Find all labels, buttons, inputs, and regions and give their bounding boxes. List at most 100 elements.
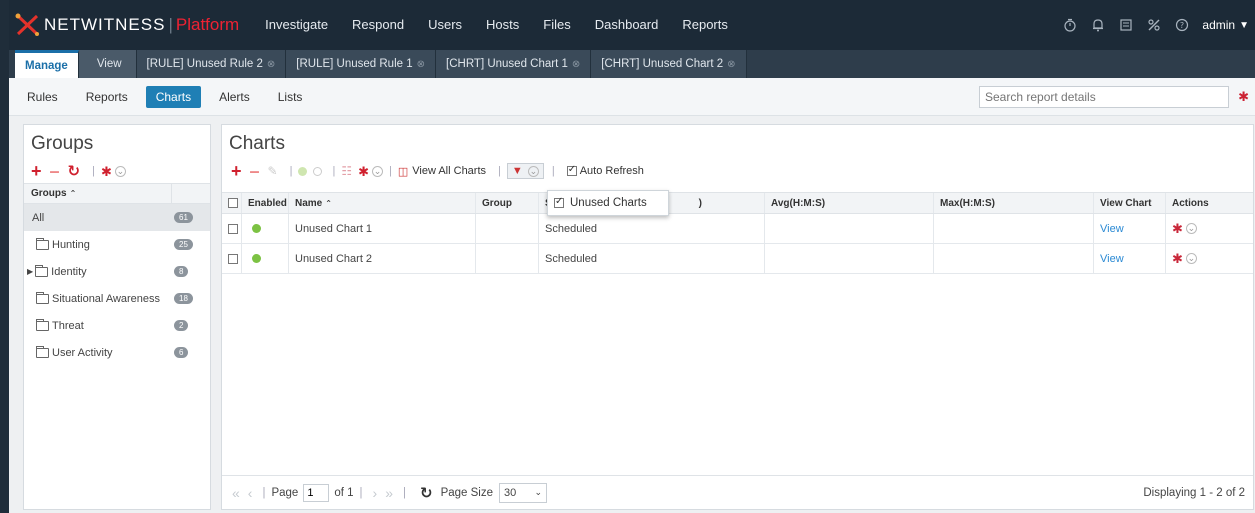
document-icon[interactable]: ☷	[341, 164, 352, 178]
group-row-identity[interactable]: ▶ Identity 8	[24, 258, 210, 285]
logo[interactable]: NETWITNESS | Platform	[15, 0, 239, 50]
tab-open-rule-2[interactable]: [RULE] Unused Rule 2 ⊗	[136, 50, 287, 78]
next-page-icon[interactable]: ›	[373, 485, 378, 501]
group-label-wrap: Hunting	[24, 237, 172, 251]
first-page-icon[interactable]: «	[232, 485, 240, 501]
group-row-all[interactable]: All 61	[24, 204, 210, 231]
groups-panel: Groups + – ↻ | ✱ ⌄ Groups ⌃ All 61 Hunti…	[23, 124, 211, 510]
tab-open-chart-1[interactable]: [CHRT] Unused Chart 1 ⊗	[436, 50, 592, 78]
add-chart-icon[interactable]: +	[231, 162, 242, 180]
group-label: All	[32, 211, 45, 224]
nav-users[interactable]: Users	[416, 0, 474, 50]
search-input[interactable]	[979, 86, 1229, 108]
col-name[interactable]: Name ⌃	[289, 193, 476, 213]
enable-icon[interactable]	[298, 166, 308, 176]
group-row-threat[interactable]: Threat 2	[24, 312, 210, 339]
select-all-checkbox[interactable]	[222, 193, 242, 213]
group-row-situational-awareness[interactable]: Situational Awareness 18	[24, 285, 210, 312]
add-group-icon[interactable]: +	[31, 162, 42, 180]
last-page-icon[interactable]: »	[385, 485, 393, 501]
close-icon[interactable]: ⊗	[727, 59, 735, 70]
gear-icon[interactable]: ✱	[358, 165, 369, 178]
enabled-cell	[242, 244, 289, 273]
timer-icon[interactable]	[1056, 0, 1084, 50]
row-checkbox[interactable]	[222, 244, 242, 273]
group-count-badge: 2	[174, 320, 189, 331]
page-size-value: 30	[504, 486, 517, 499]
unused-charts-option[interactable]: Unused Charts	[570, 197, 647, 209]
gear-icon[interactable]: ✱	[1172, 221, 1183, 237]
group-row-hunting[interactable]: Hunting 25	[24, 231, 210, 258]
nav-hosts[interactable]: Hosts	[474, 0, 531, 50]
table-row[interactable]: Unused Chart 2 Scheduled View ✱ ⌄	[222, 244, 1253, 274]
edit-icon[interactable]: ✎	[268, 164, 278, 178]
group-cell	[476, 214, 539, 243]
col-enabled[interactable]: Enabled	[242, 193, 289, 213]
gear-icon[interactable]: ✱	[101, 165, 112, 178]
auto-refresh-checkbox[interactable]: Auto Refresh	[566, 164, 644, 177]
tools-icon[interactable]	[1140, 0, 1168, 50]
table-row[interactable]: Unused Chart 1 Scheduled View ✱ ⌄	[222, 214, 1253, 244]
group-count-badge: 25	[174, 239, 193, 250]
nav-files[interactable]: Files	[531, 0, 582, 50]
remove-group-icon[interactable]: –	[50, 162, 60, 180]
col-avg[interactable]: Avg(H:M:S)	[765, 193, 934, 213]
group-row-user-activity[interactable]: User Activity 6	[24, 339, 210, 366]
chevron-down-icon[interactable]: ⌄	[114, 165, 126, 177]
tab-open-chart-2[interactable]: [CHRT] Unused Chart 2 ⊗	[591, 50, 747, 78]
user-menu[interactable]: admin ▼	[1196, 18, 1255, 32]
nav-right: ? admin ▼	[1056, 0, 1255, 50]
view-all-charts-button[interactable]: ◫ View All Charts	[398, 165, 486, 178]
page-size-select[interactable]: 30 ⌄	[499, 482, 547, 503]
nav-dashboard[interactable]: Dashboard	[583, 0, 671, 50]
page-number-input[interactable]	[303, 483, 330, 502]
checkbox-icon	[228, 223, 238, 234]
filter-button[interactable]: ▼ ⌄	[506, 163, 544, 179]
close-icon[interactable]: ⊗	[417, 59, 425, 70]
subtab-alerts[interactable]: Alerts	[209, 86, 260, 108]
help-icon[interactable]: ?	[1168, 0, 1196, 50]
disable-icon[interactable]	[313, 166, 323, 176]
close-icon[interactable]: ⊗	[267, 59, 275, 70]
col-view-chart[interactable]: View Chart	[1094, 193, 1166, 213]
subtab-lists[interactable]: Lists	[268, 86, 313, 108]
nav-respond[interactable]: Respond	[340, 0, 416, 50]
tab-manage[interactable]: Manage	[15, 50, 79, 78]
tab-view[interactable]: View	[78, 50, 137, 78]
bell-icon[interactable]	[1084, 0, 1112, 50]
tab-label: [RULE] Unused Rule 1	[296, 58, 413, 70]
group-label-wrap: Threat	[24, 318, 172, 332]
col-actions[interactable]: Actions	[1166, 193, 1253, 213]
row-checkbox[interactable]	[222, 214, 242, 243]
nav-reports[interactable]: Reports	[670, 0, 740, 50]
charts-toolbar: + – ✎ | | ☷ ✱ ⌄ | ◫ View All Charts | ▼ …	[222, 159, 1253, 183]
pager-separator: |	[359, 486, 363, 499]
chevron-down-icon[interactable]: ⌄	[371, 165, 383, 177]
chevron-down-icon[interactable]: ⌄	[1185, 253, 1197, 264]
tab-label: [CHRT] Unused Chart 1	[446, 58, 568, 70]
col-group[interactable]: Group	[476, 193, 539, 213]
view-cell: View	[1094, 214, 1166, 243]
gear-icon[interactable]: ✱	[1238, 89, 1249, 105]
tab-open-rule-1[interactable]: [RULE] Unused Rule 1 ⊗	[286, 50, 437, 78]
groups-column-header[interactable]: Groups ⌃	[24, 184, 172, 203]
refresh-icon[interactable]: ↻	[68, 164, 81, 179]
charts-panel: Charts + – ✎ | | ☷ ✱ ⌄ | ◫ View All Char…	[221, 124, 1254, 510]
subtab-rules[interactable]: Rules	[17, 86, 68, 108]
remove-chart-icon[interactable]: –	[250, 162, 260, 180]
refresh-icon[interactable]: ↻	[420, 484, 433, 502]
subtab-charts[interactable]: Charts	[145, 85, 202, 108]
notes-icon[interactable]	[1112, 0, 1140, 50]
folder-icon	[36, 237, 49, 250]
col-max[interactable]: Max(H:M:S)	[934, 193, 1094, 213]
checkbox-checked-icon[interactable]	[554, 196, 564, 208]
gear-icon[interactable]: ✱	[1172, 251, 1183, 267]
close-icon[interactable]: ⊗	[572, 59, 580, 70]
subtab-reports[interactable]: Reports	[76, 86, 138, 108]
view-chart-link[interactable]: View	[1100, 223, 1124, 235]
view-chart-link[interactable]: View	[1100, 253, 1124, 265]
nav-investigate[interactable]: Investigate	[253, 0, 340, 50]
chevron-down-icon[interactable]: ⌄	[1185, 223, 1197, 234]
expand-arrow-icon[interactable]: ▶	[27, 267, 33, 276]
prev-page-icon[interactable]: ‹	[248, 485, 253, 501]
